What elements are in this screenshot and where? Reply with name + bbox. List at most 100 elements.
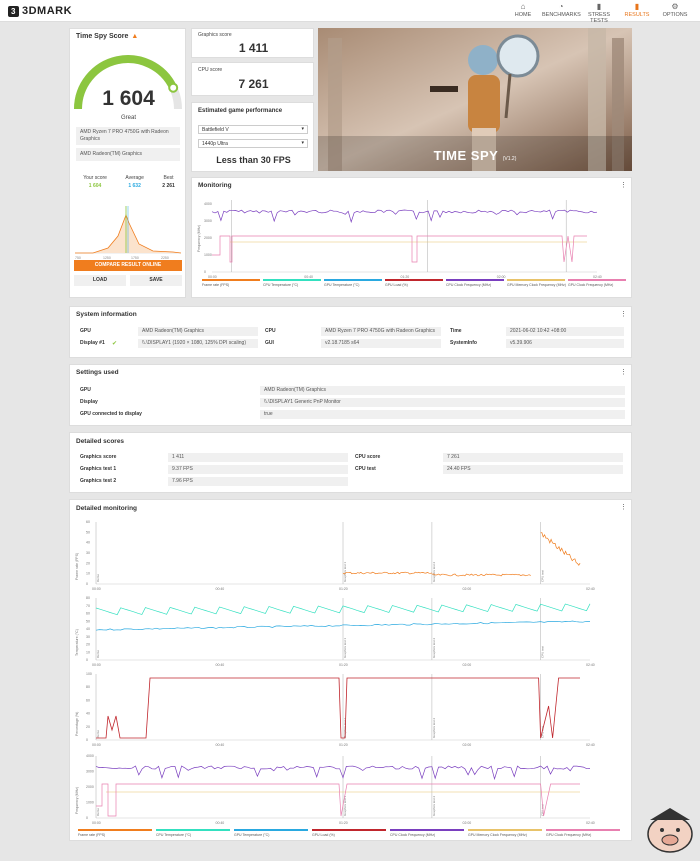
y-tick-label: 40 [86,627,90,631]
gpu-name: AMD Radeon(TM) Graphics [76,148,180,161]
y-tick-label: 60 [86,698,90,702]
game-select[interactable]: Battlefield V [198,125,308,134]
graphics-score-value: 1 411 [238,41,269,55]
y-tick-label: 40 [86,712,90,716]
y-tick-label: 60 [86,520,90,524]
legend-label: GPU Temperature (°C) [324,283,359,287]
x-tick-label: 00:00 [92,587,101,591]
y-tick-label: 10 [86,650,90,654]
legend-label: GPU Clock Frequency (MHz) [568,283,613,287]
y-tick-label: 3000 [204,219,212,223]
nav-results[interactable]: ▮ RESULTS [618,2,656,24]
x-tick-label: 02:00 [463,821,472,825]
legend-label: CPU Temperature (°C) [263,283,298,287]
more-options-icon[interactable]: ⋮ [620,310,627,318]
save-button[interactable]: SAVE [130,275,182,286]
main-nav: ⌂ HOME ◔ BENCHMARKS ▮ STRESS TESTS ▮ RESULTS… [504,2,694,24]
legend-label: GPU Temperature (°C) [234,833,269,837]
home-icon: ⌂ [520,2,526,11]
score-row: Graphics test 2 7.96 FPS [80,476,350,486]
x-tick-label: 00:40 [304,275,313,279]
game-performance-title: Estimated game performance [198,108,283,114]
x-tick-label: 01:20 [401,275,410,279]
more-options-icon[interactable]: ⋮ [620,503,627,511]
y-tick-label: 70 [86,604,90,608]
y-tick-label: 0 [86,738,88,742]
test-marker-label: Demo [96,650,100,658]
detailed-scores-title: Detailed scores [76,438,125,445]
x-tick-label: 01:20 [339,663,348,667]
gui-value: v2.18.7185 s64 [321,338,441,348]
your-score-label: Your score [83,175,107,181]
cpu-score-value: 7 261 [238,77,269,91]
detailed-scores-card: Detailed scores Graphics score 1 411 Grap… [69,432,632,493]
more-options-icon[interactable]: ⋮ [620,368,627,376]
y-tick-label: 50 [86,619,90,623]
x-tick-label: 02:40 [586,821,595,825]
warning-icon[interactable]: ▲ [131,33,138,40]
test-marker-label: Demo [96,808,100,816]
nav-stress-tests[interactable]: ▮ STRESS TESTS [580,2,618,24]
monitoring-title: Monitoring [198,182,232,189]
series-gpu-load [96,677,580,739]
hero-version: (V1.2) [502,156,517,162]
y-tick-label: 30 [86,551,90,555]
legend-label: GPU Load (%) [385,283,408,287]
monitoring-chart: Frequency (MHz) 4000 3000 2000 1000 000:00 00:… [197,200,626,287]
best-value: 2 261 [162,183,175,189]
systeminfo-label: SystemInfo [450,340,477,346]
y-axis-label: Frequency (MHz) [75,787,79,814]
pig-mascot-watermark [647,808,693,853]
test-marker-label: Graphics test 1 [343,795,347,816]
y-tick-label: 50 [86,530,90,534]
x-tick-label: 02:00 [497,275,506,279]
series-frame-rate [540,532,581,566]
graphics-score-label: Graphics score [198,32,232,38]
figure-body [468,75,500,133]
compare-result-online-button[interactable]: COMPARE RESULT ONLINE [74,260,182,271]
results-icon: ▮ [634,2,640,11]
score-card: Time Spy Score ▲ 1 604 Great AMD Ryzen 7… [69,28,186,298]
load-button[interactable]: LOAD [74,275,126,286]
y-tick-label: 0 [86,582,88,586]
nav-options[interactable]: ⚙ OPTIONS [656,2,694,24]
hero-image: TIME SPY (V1.2) [318,28,632,171]
gpu-value: AMD Radeon(TM) Graphics [138,326,258,336]
test-marker-label: CPU test [541,646,545,658]
benchmarks-icon: ◔ [558,2,564,11]
y-axis-label: Frame rate (FPS) [75,553,79,580]
series-gpu-clock [212,235,587,263]
test-marker-label: CPU test [541,570,545,582]
y-tick-label: 4000 [86,754,94,758]
nav-home[interactable]: ⌂ HOME [504,2,542,24]
score-row: Graphics score 1 411 [80,452,350,462]
y-tick-label: 4000 [204,202,212,206]
gui-label: GUI [265,340,274,346]
more-options-icon[interactable]: ⋮ [620,181,627,189]
game-performance-result: Less than 30 FPS [216,155,291,165]
your-score-value: 1 604 [88,183,102,189]
score-row: Graphics test 1 9.37 FPS [80,464,350,474]
nav-benchmarks[interactable]: ◔ BENCHMARKS [542,2,581,24]
x-tick-label: 01:20 [339,743,348,747]
magnifier-glass [496,34,540,78]
score-row: CPU score 7 261 [355,452,625,462]
mascot-snout [661,834,679,846]
legend-label: GPU Memory Clock Frequency (MHz) [468,833,527,837]
mascot-eye [660,828,664,832]
settings-used-title: Settings used [76,369,119,376]
x-tick-label: 00:40 [216,587,225,591]
y-tick-label: 10 [86,572,90,576]
figure-head [468,45,498,75]
best-label: Best [163,175,174,181]
score-row: CPU test 24.40 FPS [355,464,625,474]
systeminfo-value: v5.39.906 [506,338,624,348]
x-tick-label: 00:40 [216,821,225,825]
y-tick-label: 20 [86,643,90,647]
preset-select[interactable]: 1440p Ultra [198,139,308,148]
system-information-card: System information ⋮ GPU AMD Radeon(TM) G… [69,306,632,358]
y-tick-label: 40 [86,541,90,545]
mascot-eye [676,828,680,832]
y-axis-label: Frequency (MHz) [197,225,201,252]
test-marker-label: Graphics test 1 [343,561,347,582]
